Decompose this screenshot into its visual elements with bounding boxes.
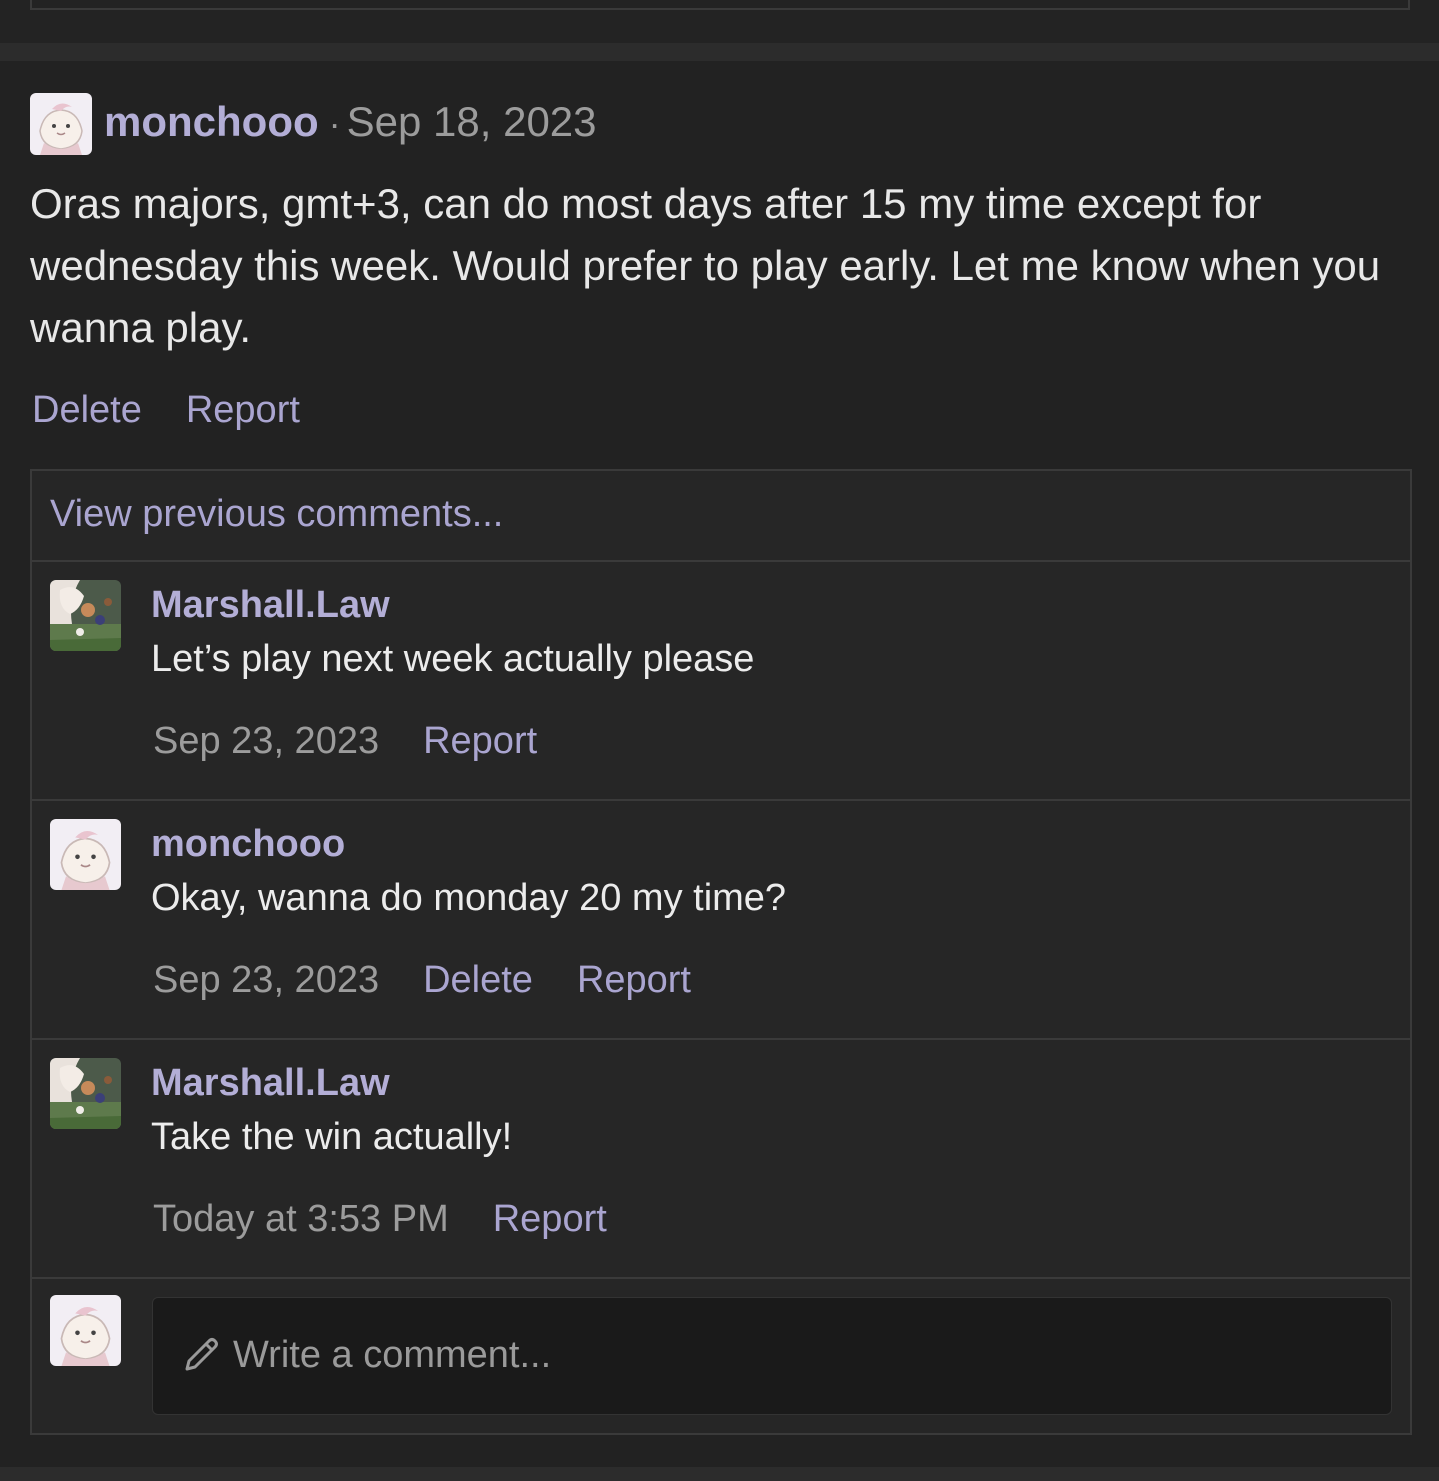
delete-post-button[interactable]: Delete bbox=[32, 389, 142, 431]
avatar[interactable] bbox=[50, 580, 121, 651]
post-author-name[interactable]: monchooo bbox=[104, 98, 319, 145]
pencil-icon bbox=[185, 1338, 218, 1371]
comment-input-placeholder: Write a comment... bbox=[233, 1334, 552, 1376]
monchooo-avatar-icon bbox=[50, 1295, 121, 1366]
comment-author[interactable]: Marshall.Law bbox=[151, 584, 390, 627]
report-comment-button[interactable]: Report bbox=[423, 720, 537, 762]
post-author-line: monchooo · Sep 18, 2023 bbox=[104, 98, 597, 146]
report-comment-button[interactable]: Report bbox=[493, 1198, 607, 1240]
marshall-avatar-icon bbox=[50, 1058, 121, 1129]
comment-text: Take the win actually! bbox=[151, 1116, 513, 1158]
monchooo-avatar-icon bbox=[50, 819, 121, 890]
monchooo-avatar-icon bbox=[30, 93, 92, 155]
comment-text: Okay, wanna do monday 20 my time? bbox=[151, 877, 787, 919]
comment-author[interactable]: monchooo bbox=[151, 823, 345, 866]
comment-meta: Sep 23, 2023 Report bbox=[153, 720, 581, 763]
comment-date: Today at 3:53 PM bbox=[153, 1198, 449, 1240]
avatar[interactable] bbox=[30, 93, 92, 155]
comment-item: monchooo Okay, wanna do monday 20 my tim… bbox=[32, 801, 1410, 1040]
comment-date: Sep 23, 2023 bbox=[153, 720, 380, 762]
avatar[interactable] bbox=[50, 1058, 121, 1129]
report-post-button[interactable]: Report bbox=[186, 389, 300, 431]
comment-text: Let’s play next week actually please bbox=[151, 638, 755, 680]
post-actions: Delete Report bbox=[32, 389, 344, 432]
view-previous-comments-link[interactable]: View previous comments... bbox=[50, 493, 503, 536]
view-previous-comments[interactable]: View previous comments... bbox=[32, 471, 1410, 562]
post-card: monchooo · Sep 18, 2023 Oras majors, gmt+3… bbox=[0, 61, 1439, 1467]
comment-meta: Today at 3:53 PM Report bbox=[153, 1198, 651, 1241]
post-separator bbox=[0, 43, 1439, 61]
post-separator bbox=[0, 1467, 1439, 1481]
comment-compose: Write a comment... bbox=[32, 1277, 1410, 1433]
post-body: Oras majors, gmt+3, can do most days aft… bbox=[30, 180, 1381, 351]
comment-item: Marshall.Law Take the win actually! Toda… bbox=[32, 1040, 1410, 1279]
post-date: Sep 18, 2023 bbox=[346, 98, 597, 145]
comment-meta: Sep 23, 2023 Delete Report bbox=[153, 959, 735, 1002]
avatar bbox=[50, 1295, 121, 1366]
marshall-avatar-icon bbox=[50, 580, 121, 651]
comment-author[interactable]: Marshall.Law bbox=[151, 1062, 390, 1105]
comment-item: Marshall.Law Let’s play next week actual… bbox=[32, 562, 1410, 801]
comment-input[interactable]: Write a comment... bbox=[152, 1297, 1392, 1415]
avatar[interactable] bbox=[50, 819, 121, 890]
comments-panel: View previous comments... Marshall.Law L… bbox=[30, 469, 1412, 1435]
comment-date: Sep 23, 2023 bbox=[153, 959, 380, 1001]
report-comment-button[interactable]: Report bbox=[577, 959, 691, 1001]
previous-post-remnant bbox=[0, 0, 1439, 43]
previous-post-border bbox=[30, 0, 1410, 10]
separator-dot: · bbox=[328, 103, 341, 144]
delete-comment-button[interactable]: Delete bbox=[423, 959, 533, 1001]
